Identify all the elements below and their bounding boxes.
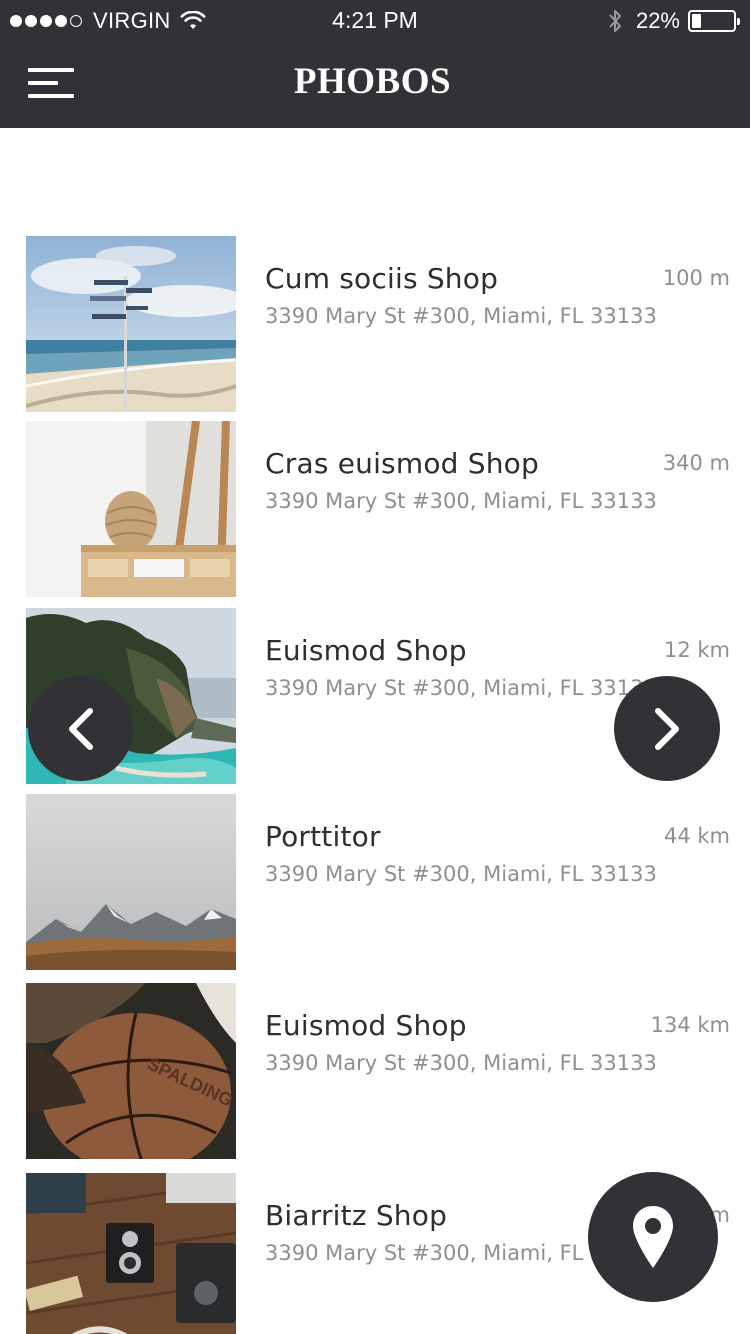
shop-thumbnail-beach [26, 236, 236, 412]
shop-list-item[interactable]: Cum sociis Shop 3390 Mary St #300, Miami… [0, 236, 750, 412]
shop-name: Biarritz Shop [265, 1199, 448, 1232]
shop-list-item[interactable]: Cras euismod Shop 3390 Mary St #300, Mia… [0, 421, 750, 597]
shop-address: 3390 Mary St #300, Miami, FL 33133 [265, 489, 657, 513]
battery-fill [692, 14, 701, 28]
shop-thumbnail-camera [26, 1173, 236, 1334]
shop-distance: 12 km [663, 638, 730, 662]
shop-thumbnail-basketball: SPALDING [26, 983, 236, 1159]
next-button[interactable] [614, 676, 720, 781]
chevron-right-icon [655, 707, 679, 750]
shop-list-item[interactable]: Porttitor 3390 Mary St #300, Miami, FL 3… [0, 794, 750, 970]
previous-button[interactable] [28, 676, 133, 781]
status-bar: VIRGIN 4:21 PM 22% [0, 0, 750, 42]
map-pin-icon [633, 1206, 673, 1268]
shop-distance: 44 km [663, 824, 730, 848]
shop-name: Porttitor [265, 820, 381, 853]
chevron-left-icon [68, 707, 93, 750]
nav-bar: PHOBOS [0, 42, 750, 128]
shop-address: 3390 Mary St #300, Miami, FL 33133 [265, 862, 657, 886]
top-bar: VIRGIN 4:21 PM 22% PHOBOS [0, 0, 750, 128]
shop-name: Euismod Shop [265, 634, 467, 667]
shop-thumbnail-interior [26, 421, 236, 597]
shop-name: Cras euismod Shop [265, 447, 539, 480]
battery-percent: 22% [635, 8, 680, 33]
map-location-button[interactable] [588, 1172, 718, 1302]
shop-name: Cum sociis Shop [265, 262, 499, 295]
battery-icon [688, 10, 740, 32]
status-right: 22% [607, 7, 740, 35]
shop-thumbnail-mountains [26, 794, 236, 970]
shop-address: 3390 Mary St #300, Miami, FL 33133 [265, 1051, 657, 1075]
shop-distance: 134 km [650, 1013, 730, 1037]
shop-distance: 340 m [662, 451, 730, 475]
shop-list-item[interactable]: SPALDING Euismod Shop 3390 Mary St #300,… [0, 983, 750, 1159]
shop-address: 3390 Mary St #300, Miami, FL 33133 [265, 676, 657, 700]
shop-distance: 100 m [662, 266, 730, 290]
app-title: PHOBOS [293, 61, 452, 102]
shop-name: Euismod Shop [265, 1009, 467, 1042]
shop-address: 3390 Mary St #300, Miami, FL 33133 [265, 304, 657, 328]
bluetooth-icon [609, 10, 621, 32]
